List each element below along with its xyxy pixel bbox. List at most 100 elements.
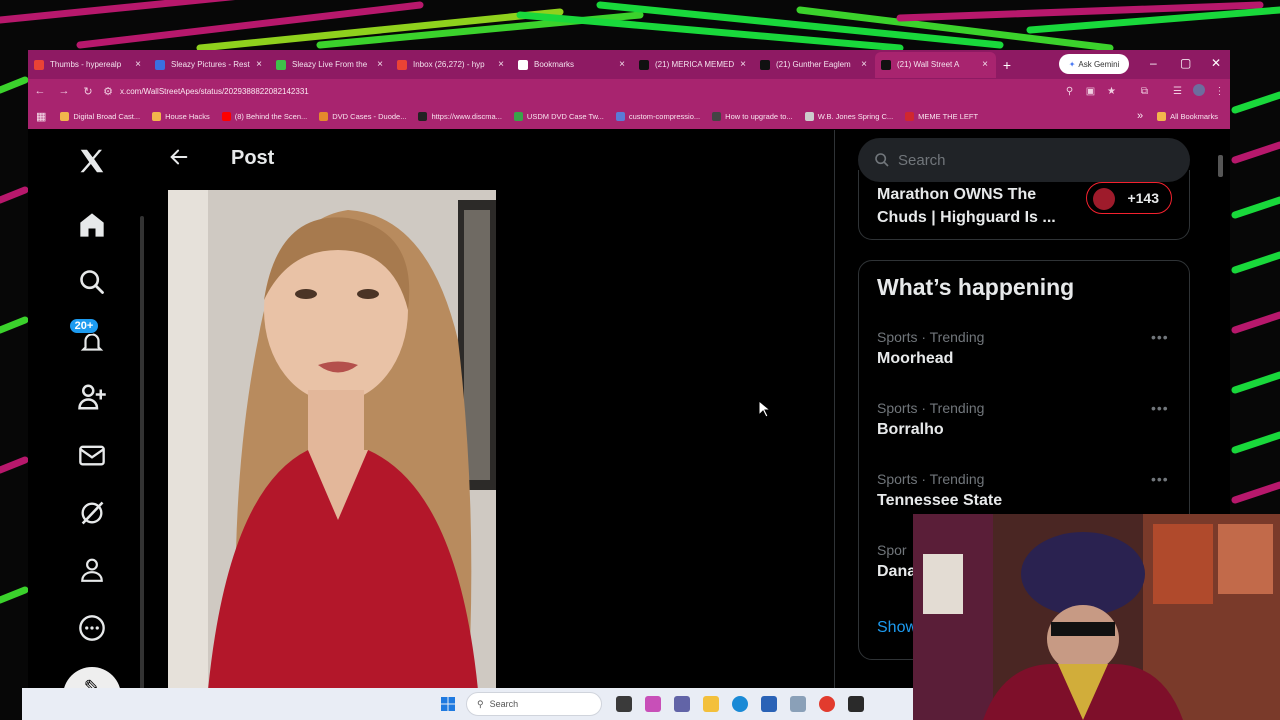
close-tab-icon[interactable]: × <box>617 59 627 70</box>
bookmark-app-icon <box>155 59 165 70</box>
browser-tab[interactable]: Bookmarks × <box>512 52 633 78</box>
forward-nav-icon[interactable]: → <box>52 85 76 97</box>
site-info-icon[interactable]: ⚙ <box>100 85 116 98</box>
page-scrollbar-thumb[interactable] <box>1218 155 1223 177</box>
back-nav-icon[interactable]: ← <box>28 85 52 97</box>
close-tab-icon[interactable]: × <box>738 59 748 70</box>
all-bookmarks-folder[interactable]: All Bookmarks <box>1157 111 1218 121</box>
edge-browser-icon[interactable] <box>732 696 748 712</box>
extensions-icon[interactable]: ⧉ <box>1134 86 1155 97</box>
bookmark-item[interactable]: https://www.discma... <box>418 111 502 121</box>
folder-icon <box>1157 111 1167 121</box>
gmail-icon <box>397 59 407 70</box>
new-tab-button[interactable]: + <box>996 57 1018 73</box>
bookmark-label: House Hacks <box>165 111 210 121</box>
browser-tab[interactable]: (21) MERICA MEMED × <box>633 52 754 78</box>
bookmark-favicon-icon <box>615 111 625 121</box>
more-dots-icon[interactable]: ••• <box>1151 400 1169 416</box>
close-tab-icon[interactable]: × <box>375 59 385 70</box>
copilot-icon[interactable] <box>645 696 661 712</box>
browser-tab[interactable]: Inbox (26,272) - hyp × <box>391 52 512 78</box>
bookmark-item[interactable]: House Hacks <box>152 111 210 121</box>
more-dots-icon[interactable]: ••• <box>1151 471 1169 487</box>
back-arrow-icon[interactable] <box>168 146 190 168</box>
bookmark-item[interactable]: MEME THE LEFT <box>905 111 979 121</box>
close-tab-icon[interactable]: × <box>980 59 990 70</box>
profile-icon[interactable] <box>73 551 111 589</box>
reading-list-icon[interactable]: ☰ <box>1167 86 1188 97</box>
zoom-icon[interactable]: ⚲ <box>1059 86 1080 97</box>
explore-search-icon[interactable] <box>73 263 111 301</box>
tab-bar: Thumbs - hyperealp × Sleazy Pictures - Res… <box>28 50 1230 79</box>
bookmark-star-icon[interactable]: ★ <box>1101 86 1122 97</box>
trend-item[interactable]: Sports · Trending Borralho ••• <box>877 400 1177 439</box>
trend-item[interactable]: Sports · Trending Tennessee State ••• <box>877 471 1177 510</box>
bookmark-favicon-icon <box>418 111 428 121</box>
store-icon[interactable] <box>761 696 777 712</box>
trend-item[interactable]: Sports · Trending Moorhead ••• <box>877 329 1177 368</box>
show-more-link[interactable]: Show <box>877 619 917 637</box>
taskbar-search-box[interactable]: ⚲ Search <box>466 692 602 716</box>
windows-start-icon[interactable] <box>441 697 455 711</box>
post-video[interactable] <box>168 190 496 690</box>
search-input[interactable]: Search <box>858 138 1190 182</box>
apps-grid-icon[interactable]: ▦ <box>36 110 46 123</box>
trend-name: Borralho <box>877 421 944 438</box>
promo-count-pill[interactable]: +143 <box>1086 182 1172 214</box>
maximize-icon[interactable]: ▢ <box>1180 56 1191 70</box>
messages-mail-icon[interactable] <box>73 436 111 474</box>
ask-gemini-button[interactable]: ✦ Ask Gemini <box>1059 54 1129 74</box>
nav-scrollbar[interactable] <box>140 216 144 690</box>
bookmark-item[interactable]: (8) Behind the Scen... <box>221 111 307 121</box>
bookmark-item[interactable]: How to upgrade to... <box>712 111 793 121</box>
minimize-icon[interactable]: – <box>1150 56 1157 70</box>
browser-tab[interactable]: (21) Wall Street A × <box>875 51 996 78</box>
close-tab-icon[interactable]: × <box>859 59 869 70</box>
panel-title: What’s happening <box>877 274 1075 300</box>
bookmark-item[interactable]: custom-compressio... <box>615 111 700 121</box>
grok-icon[interactable] <box>73 494 111 532</box>
more-options-icon[interactable] <box>73 609 111 647</box>
close-tab-icon[interactable]: × <box>133 59 143 70</box>
compose-post-button[interactable]: ✎ <box>63 667 121 690</box>
browser-tab[interactable]: (21) Gunther Eaglem × <box>754 52 875 78</box>
task-view-icon[interactable] <box>616 696 632 712</box>
bookmark-favicon-icon <box>152 111 162 121</box>
close-window-icon[interactable]: ✕ <box>1211 56 1221 70</box>
follow-people-icon[interactable] <box>73 378 111 416</box>
close-tab-icon[interactable]: × <box>254 59 264 70</box>
more-dots-icon[interactable]: ••• <box>1151 329 1169 345</box>
url-field[interactable]: x.com/WallStreetApes/status/202938882208… <box>120 87 1059 96</box>
teams-icon[interactable] <box>674 696 690 712</box>
bookmarks-bar: ▦ Digital Broad Cast... House Hacks (8) Be… <box>28 103 1230 129</box>
promo-count: +143 <box>1127 190 1159 206</box>
browser-tab[interactable]: Thumbs - hyperealp × <box>28 52 149 78</box>
profile-avatar-icon[interactable] <box>1188 83 1209 99</box>
bookmark-label: Digital Broad Cast... <box>73 111 141 121</box>
browser-menu-icon[interactable]: ⋮ <box>1209 86 1230 97</box>
ask-gemini-label: Ask Gemini <box>1078 59 1120 69</box>
webcam-overlay <box>913 514 1280 720</box>
streaming-app-icon[interactable] <box>848 696 864 712</box>
x-logo-icon[interactable] <box>73 142 111 180</box>
trend-meta: Sports · Trending <box>877 400 985 416</box>
all-bookmarks-label: All Bookmarks <box>1170 111 1218 121</box>
reload-icon[interactable]: ↻ <box>76 85 100 98</box>
file-explorer-icon[interactable] <box>703 696 719 712</box>
browser-tab[interactable]: Sleazy Pictures - Rest × <box>149 52 270 78</box>
search-icon: ⚲ <box>477 698 484 709</box>
cast-icon[interactable]: ▣ <box>1080 86 1101 97</box>
bookmark-item[interactable]: DVD Cases - Duode... <box>319 111 406 121</box>
close-tab-icon[interactable]: × <box>496 59 506 70</box>
home-icon[interactable] <box>73 206 111 244</box>
trend-meta: Sports · Trending <box>877 329 985 345</box>
browser-tab[interactable]: Sleazy Live From the × <box>270 52 391 78</box>
bookmark-item[interactable]: Digital Broad Cast... <box>60 111 141 121</box>
bookmark-item[interactable]: USDM DVD Case Tw... <box>513 111 604 121</box>
bookmark-item[interactable]: W.B. Jones Spring C... <box>804 111 893 121</box>
bookmarks-overflow-icon[interactable]: » <box>1137 110 1143 122</box>
x-logo-icon <box>881 59 891 70</box>
chrome-browser-icon[interactable] <box>819 696 835 712</box>
settings-icon[interactable] <box>790 696 806 712</box>
bookmark-label: MEME THE LEFT <box>918 111 979 121</box>
